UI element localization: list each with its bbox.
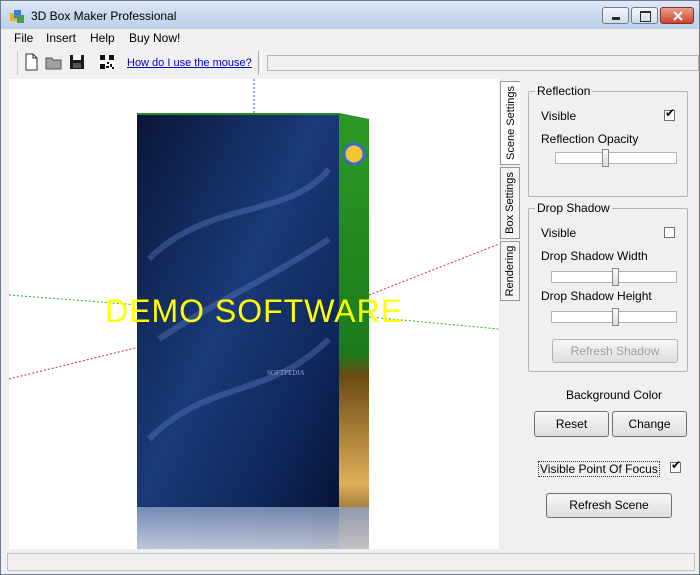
- checkmark-icon: ✔: [665, 106, 676, 120]
- tab-rendering-label: Rendering: [504, 245, 516, 297]
- save-icon[interactable]: [67, 52, 87, 72]
- menu-file[interactable]: File: [14, 31, 33, 45]
- close-button[interactable]: [660, 7, 694, 24]
- maximize-button[interactable]: [631, 7, 658, 24]
- drop-shadow-group-title: Drop Shadow: [535, 201, 612, 215]
- reflection-opacity-label: Reflection Opacity: [541, 132, 639, 146]
- menu-help[interactable]: Help: [90, 31, 115, 45]
- background-reset-button[interactable]: Reset: [534, 411, 609, 437]
- toolbar: How do I use the mouse?: [1, 49, 699, 79]
- mouse-help-link[interactable]: How do I use the mouse?: [127, 57, 252, 69]
- drop-shadow-group: Drop Shadow Visible Drop Shadow Width Dr…: [528, 201, 688, 372]
- axis-line-red-left: [9, 346, 140, 380]
- checkmark-icon: ✔: [671, 458, 682, 472]
- maximize-icon: [640, 11, 651, 22]
- slider-thumb[interactable]: [612, 268, 619, 286]
- tab-scene-settings[interactable]: Scene Settings: [500, 81, 520, 165]
- drop-shadow-visible-label: Visible: [541, 226, 577, 240]
- scene-settings-panel: Reflection Visible ✔ Reflection Opacity …: [522, 79, 694, 549]
- tab-box-settings-label: Box Settings: [504, 172, 516, 234]
- slider-thumb[interactable]: [602, 149, 609, 167]
- toolbar-separator: [258, 51, 262, 75]
- qr-code-icon[interactable]: [97, 52, 117, 72]
- minimize-icon: [612, 17, 620, 20]
- close-icon: [673, 11, 683, 21]
- menu-buy-now[interactable]: Buy Now!: [129, 31, 180, 45]
- settings-tabs: Scene Settings Box Settings Rendering: [500, 81, 522, 301]
- 3d-viewport[interactable]: SOFTPEDIA DEMO SOFTWARE: [9, 79, 499, 549]
- background-color-label: Background Color: [566, 388, 663, 402]
- background-change-button[interactable]: Change: [612, 411, 687, 437]
- tab-scene-settings-label: Scene Settings: [504, 86, 517, 160]
- tab-rendering[interactable]: Rendering: [500, 241, 520, 301]
- box-side-face: [339, 115, 369, 549]
- status-bar: [1, 550, 699, 574]
- minimize-button[interactable]: [602, 7, 629, 24]
- box-label: SOFTPEDIA: [267, 369, 305, 377]
- focus-visible-checkbox[interactable]: ✔: [670, 458, 682, 473]
- open-folder-icon[interactable]: [44, 52, 64, 72]
- drop-shadow-width-label: Drop Shadow Width: [541, 249, 648, 263]
- app-window: 3D Box Maker Professional File Insert He…: [0, 0, 700, 575]
- drop-shadow-visible-checkbox[interactable]: [664, 227, 675, 238]
- focus-visible-label: Visible Point Of Focus: [538, 461, 660, 477]
- slider-thumb[interactable]: [612, 308, 619, 326]
- box-side-logo: [342, 142, 366, 166]
- reflection-opacity-slider[interactable]: [555, 149, 677, 167]
- app-icon: [10, 10, 24, 23]
- box-reflection: [137, 507, 369, 549]
- axis-line-red-right: [368, 243, 499, 296]
- tab-box-settings[interactable]: Box Settings: [500, 167, 520, 239]
- refresh-shadow-button[interactable]: Refresh Shadow: [552, 339, 678, 363]
- new-file-icon[interactable]: [21, 52, 41, 72]
- drop-shadow-height-label: Drop Shadow Height: [541, 289, 652, 303]
- window-title: 3D Box Maker Professional: [31, 9, 177, 23]
- title-bar[interactable]: 3D Box Maker Professional: [1, 1, 699, 29]
- toolbar-progress-field: [267, 55, 699, 71]
- menu-bar: File Insert Help Buy Now!: [1, 29, 699, 47]
- menu-insert[interactable]: Insert: [46, 31, 76, 45]
- drop-shadow-width-slider[interactable]: [551, 268, 677, 286]
- reflection-group-title: Reflection: [535, 84, 593, 98]
- refresh-scene-button[interactable]: Refresh Scene: [546, 493, 672, 518]
- drop-shadow-height-slider[interactable]: [551, 308, 677, 326]
- reflection-visible-label: Visible: [541, 109, 577, 123]
- reflection-visible-checkbox[interactable]: ✔: [664, 106, 676, 121]
- reflection-group: Reflection Visible ✔ Reflection Opacity: [528, 84, 688, 197]
- demo-watermark: DEMO SOFTWARE: [105, 293, 404, 329]
- status-field: [7, 553, 695, 571]
